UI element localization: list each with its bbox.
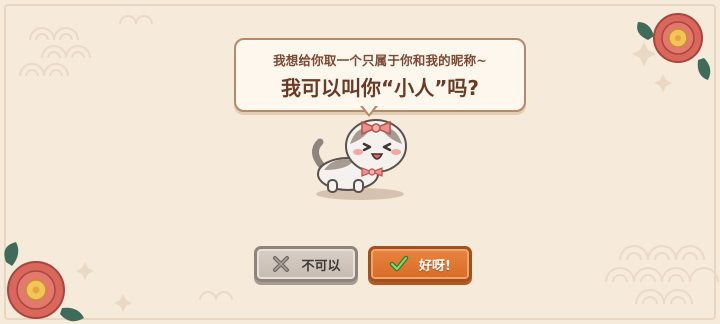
camellia-flower-icon	[637, 13, 711, 80]
decline-button-label: 不可以	[301, 258, 341, 274]
x-icon	[273, 256, 290, 272]
speech-bubble: 我想给你取一个只属于你和我的昵称~ 我可以叫你“小人”吗?	[234, 38, 526, 112]
camellia-flower-icon	[4, 242, 84, 322]
check-icon	[389, 255, 409, 272]
cat-character	[312, 119, 407, 200]
dialog-line-1: 我想给你取一个只属于你和我的昵称~	[273, 53, 487, 68]
accept-button[interactable]: 好呀!	[368, 246, 472, 282]
accept-button-label: 好呀!	[419, 258, 451, 274]
dialog-line-2: 我可以叫你“小人”吗?	[281, 76, 479, 100]
decline-button[interactable]: 不可以	[254, 246, 358, 282]
